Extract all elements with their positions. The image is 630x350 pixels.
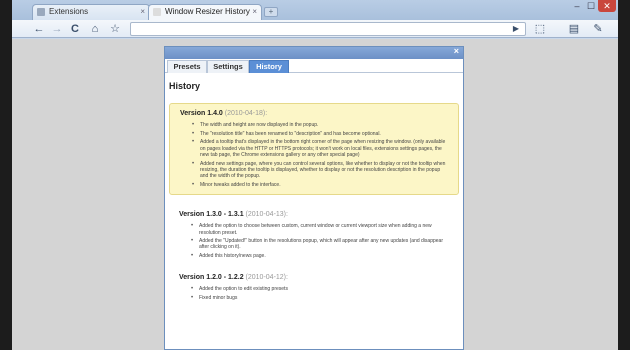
changelog-list: Added the option to edit existing preset… bbox=[179, 286, 449, 301]
address-bar[interactable] bbox=[130, 22, 526, 36]
puzzle-icon bbox=[37, 8, 45, 16]
history-content: History Version 1.4.0 (2010-04-18): The … bbox=[165, 73, 463, 307]
page-content: × Presets Settings History History Versi… bbox=[12, 39, 618, 350]
version-heading: Version 1.3.0 - 1.3.1 (2010-04-13): bbox=[179, 211, 288, 219]
version-block: Version 1.2.0 - 1.2.2 (2010-04-12): Adde… bbox=[169, 268, 459, 307]
bookmark-star-icon[interactable]: ☆ bbox=[108, 22, 122, 36]
list-item: Added the option to choose between custo… bbox=[191, 223, 449, 235]
list-item: Added new settings page, where you can c… bbox=[192, 161, 448, 180]
version-block: Version 1.3.0 - 1.3.1 (2010-04-13): Adde… bbox=[169, 205, 459, 266]
page-title: History bbox=[169, 81, 201, 91]
page-icon bbox=[153, 8, 161, 16]
minimize-button[interactable]: – bbox=[570, 0, 584, 12]
popup-titlebar: × bbox=[165, 46, 463, 59]
changelog-list: The width and height are now displayed i… bbox=[180, 122, 448, 188]
browser-window: Extensions × Window Resizer History × + … bbox=[12, 0, 618, 350]
page-menu-icon[interactable]: ▤ bbox=[566, 22, 582, 36]
list-item: The width and height are now displayed i… bbox=[192, 122, 448, 128]
version-date: (2010-04-12): bbox=[245, 273, 288, 281]
list-item: The "resolution title" has been renamed … bbox=[192, 131, 448, 137]
tab-settings[interactable]: Settings bbox=[207, 60, 249, 73]
popup-tabs: Presets Settings History bbox=[165, 59, 463, 73]
list-item: Fixed minor bugs bbox=[191, 295, 449, 301]
version-heading: Version 1.2.0 - 1.2.2 (2010-04-12): bbox=[179, 273, 288, 281]
maximize-button[interactable]: ☐ bbox=[584, 0, 598, 12]
toolbar: ← → C ⌂ ☆ ▶ ⬚ ▤ ✎ bbox=[12, 20, 618, 38]
tab-window-resizer-history[interactable]: Window Resizer History × bbox=[148, 4, 262, 20]
tab-label: Extensions bbox=[49, 7, 89, 16]
version-block: Version 1.4.0 (2010-04-18): The width an… bbox=[169, 103, 459, 196]
tab-strip: Extensions × Window Resizer History × + … bbox=[12, 0, 618, 20]
list-item: Added the option to edit existing preset… bbox=[191, 286, 449, 292]
close-tab-icon[interactable]: × bbox=[140, 5, 145, 19]
list-item: Minor tweaks added to the interface. bbox=[192, 182, 448, 188]
play-icon[interactable]: ▶ bbox=[510, 22, 522, 36]
tab-presets[interactable]: Presets bbox=[167, 60, 207, 73]
resizer-extension-icon[interactable]: ⬚ bbox=[532, 22, 548, 36]
version-date: (2010-04-13): bbox=[245, 211, 288, 219]
tab-extensions[interactable]: Extensions × bbox=[32, 4, 150, 20]
list-item: Added this history/news page. bbox=[191, 253, 449, 259]
list-item: Added the "Updated!" button in the resol… bbox=[191, 238, 449, 250]
new-tab-button[interactable]: + bbox=[264, 7, 278, 17]
tab-history[interactable]: History bbox=[249, 60, 289, 73]
tab-label: Window Resizer History bbox=[165, 7, 250, 16]
reload-button[interactable]: C bbox=[68, 22, 82, 36]
forward-button[interactable]: → bbox=[50, 22, 64, 36]
wrench-icon[interactable]: ✎ bbox=[590, 22, 606, 36]
version-date: (2010-04-18): bbox=[224, 110, 268, 117]
version-heading: Version 1.4.0 (2010-04-18): bbox=[180, 110, 268, 117]
list-item: Added a tooltip that's displayed in the … bbox=[192, 139, 448, 158]
close-icon[interactable]: × bbox=[454, 46, 459, 56]
changelog-list: Added the option to choose between custo… bbox=[179, 223, 449, 259]
close-tab-icon[interactable]: × bbox=[252, 5, 257, 19]
settings-popup: × Presets Settings History History Versi… bbox=[164, 46, 464, 350]
back-button[interactable]: ← bbox=[32, 22, 46, 36]
home-button[interactable]: ⌂ bbox=[88, 22, 102, 36]
close-window-button[interactable]: ✕ bbox=[598, 0, 616, 12]
